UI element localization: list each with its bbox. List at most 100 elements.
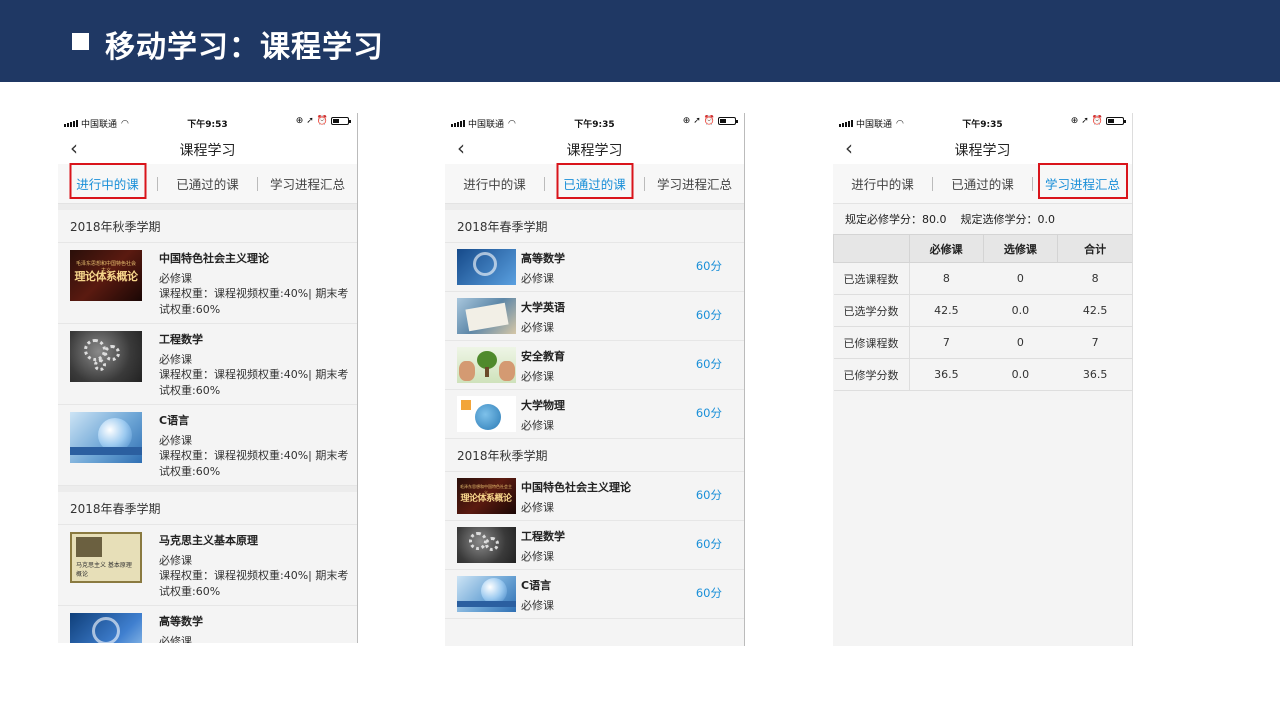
course-type: 必修课 [159, 554, 192, 567]
course-score: 60分 [695, 259, 722, 273]
tab-in-progress[interactable]: 进行中的课 [833, 174, 932, 193]
course-thumbnail: 马克思主义 基本原理概论 [70, 532, 142, 583]
course-item[interactable]: C语言 必修课 课程权重：课程视频权重:40%| 期末考试权重:60% [58, 405, 357, 486]
course-item[interactable]: 工程数学 必修课 课程权重：课程视频权重:40%| 期末考试权重:60% [58, 324, 357, 405]
course-name: 中国特色社会主义理论 [521, 481, 631, 494]
progress-summary-table: 必修课 选修课 合计 已选课程数 8 0 8 已选学分数 42.5 0.0 42… [833, 234, 1132, 391]
course-type: 必修课 [159, 272, 192, 285]
course-type: 必修课 [521, 419, 554, 432]
course-type: 必修课 [521, 272, 554, 285]
course-thumbnail [457, 576, 516, 612]
semester-header: 2018年春季学期 [58, 492, 357, 525]
battery-icon [1106, 117, 1126, 125]
lock-rotation-icon: ⊕ [1070, 116, 1079, 126]
course-type: 必修课 [521, 370, 554, 383]
course-item[interactable]: 马克思主义 基本原理概论 马克思主义基本原理 必修课 课程权重：课程视频权重:4… [58, 525, 357, 606]
course-thumbnail [457, 298, 516, 334]
tab-passed[interactable]: 已通过的课 [933, 174, 1032, 193]
phone-screen-passed: 中国联通 ◠ 下午9:35 ⊕ ➚ ⏰ ‹ 课程学习 进行中的课 已通过的课 学… [445, 113, 745, 646]
course-item[interactable]: 高等数学 必修课 60分 [445, 243, 744, 292]
course-name: C语言 [521, 579, 552, 592]
tab-bar: 进行中的课 已通过的课 学习进程汇总 [833, 163, 1132, 204]
table-row: 已修课程数 7 0 7 [833, 326, 1132, 359]
alarm-icon: ⏰ [1091, 116, 1103, 126]
required-credits: 规定必修学分：80.0 [845, 213, 947, 226]
nav-title: 课程学习 [954, 143, 1011, 159]
tab-bar: 进行中的课 已通过的课 学习进程汇总 [58, 163, 357, 204]
lock-rotation-icon: ⊕ [295, 116, 304, 126]
tab-summary[interactable]: 学习进程汇总 [1033, 163, 1132, 199]
alarm-icon: ⏰ [316, 116, 328, 126]
course-name: 高等数学 [521, 252, 565, 265]
course-thumbnail [457, 527, 516, 563]
tab-passed[interactable]: 已通过的课 [158, 174, 257, 193]
course-thumbnail [70, 331, 142, 382]
nav-bar: ‹ 课程学习 [58, 132, 357, 164]
course-score: 60分 [695, 406, 722, 420]
credit-requirements: 规定必修学分：80.0 规定选修学分：0.0 [833, 204, 1132, 234]
course-item[interactable]: C语言 必修课 60分 [445, 570, 744, 619]
course-thumbnail: 毛泽东思想和中国特色社会主义 理论体系概论 [70, 250, 142, 301]
table-row: 已修学分数 36.5 0.0 36.5 [833, 358, 1132, 391]
course-type: 必修课 [159, 434, 192, 447]
column-header [833, 234, 910, 263]
semester-header: 2018年春季学期 [445, 210, 744, 243]
tab-summary[interactable]: 学习进程汇总 [258, 174, 357, 193]
table-row: 已选课程数 8 0 8 [833, 262, 1132, 295]
status-bar: 中国联通 ◠ 下午9:35 ⊕ ➚ ⏰ [445, 113, 744, 132]
slide-header: 移动学习：课程学习 [0, 0, 1280, 82]
nav-title: 课程学习 [566, 143, 623, 159]
table-header-row: 必修课 选修课 合计 [833, 234, 1132, 263]
battery-icon [331, 117, 351, 125]
course-score: 60分 [695, 586, 722, 600]
course-weight: 课程权重：课程视频权重:40%| 期末考试权重:60% [159, 287, 349, 316]
nav-bar: ‹ 课程学习 [445, 132, 744, 164]
highlight-box [69, 163, 146, 199]
course-thumbnail [457, 396, 516, 432]
course-score: 60分 [695, 308, 722, 322]
nav-bar: ‹ 课程学习 [833, 132, 1132, 164]
course-type: 必修课 [159, 353, 192, 366]
course-item[interactable]: 高等数学 必修课 [58, 606, 357, 643]
course-weight: 课程权重：课程视频权重:40%| 期末考试权重:60% [159, 368, 349, 397]
tab-in-progress[interactable]: 进行中的课 [58, 163, 157, 199]
location-icon: ➚ [693, 116, 701, 126]
column-header: 选修课 [982, 234, 1059, 263]
battery-icon [718, 117, 738, 125]
course-item[interactable]: 大学物理 必修课 60分 [445, 390, 744, 439]
column-header: 合计 [1057, 234, 1132, 263]
tab-passed[interactable]: 已通过的课 [545, 163, 644, 199]
course-item[interactable]: 安全教育 必修课 60分 [445, 341, 744, 390]
course-name: 大学物理 [521, 399, 565, 412]
course-name: 大学英语 [521, 301, 565, 314]
course-thumbnail [70, 613, 142, 643]
course-thumbnail [457, 347, 516, 383]
course-item[interactable]: 毛泽东思想和中国特色社会主义 理论体系概论 中国特色社会主义理论 必修课 60分 [445, 472, 744, 521]
course-name: 安全教育 [521, 350, 565, 363]
course-weight: 课程权重：课程视频权重:40%| 期末考试权重:60% [159, 569, 349, 598]
course-name: 中国特色社会主义理论 [159, 252, 269, 265]
course-item[interactable]: 工程数学 必修课 60分 [445, 521, 744, 570]
status-bar: 中国联通 ◠ 下午9:53 ⊕ ➚ ⏰ [58, 113, 357, 132]
course-score: 60分 [695, 537, 722, 551]
location-icon: ➚ [1081, 116, 1089, 126]
slide-title: 移动学习：课程学习 [105, 30, 384, 65]
course-type: 必修课 [159, 635, 192, 643]
course-name: C语言 [159, 414, 190, 427]
status-bar: 中国联通 ◠ 下午9:35 ⊕ ➚ ⏰ [833, 113, 1132, 132]
table-row: 已选学分数 42.5 0.0 42.5 [833, 294, 1132, 327]
elective-credits: 规定选修学分：0.0 [960, 213, 1056, 226]
nav-title: 课程学习 [179, 143, 236, 159]
course-name: 高等数学 [159, 615, 203, 628]
course-item[interactable]: 毛泽东思想和中国特色社会主义 理论体系概论 中国特色社会主义理论 必修课 课程权… [58, 243, 357, 324]
highlight-box [556, 163, 633, 199]
course-item[interactable]: 大学英语 必修课 60分 [445, 292, 744, 341]
alarm-icon: ⏰ [703, 116, 715, 126]
tab-in-progress[interactable]: 进行中的课 [445, 174, 544, 193]
course-weight: 课程权重：课程视频权重:40%| 期末考试权重:60% [159, 449, 349, 478]
course-name: 马克思主义基本原理 [159, 534, 258, 547]
course-name: 工程数学 [159, 333, 203, 346]
location-icon: ➚ [306, 116, 314, 126]
tab-summary[interactable]: 学习进程汇总 [645, 174, 744, 193]
course-thumbnail: 毛泽东思想和中国特色社会主义 理论体系概论 [457, 478, 516, 514]
